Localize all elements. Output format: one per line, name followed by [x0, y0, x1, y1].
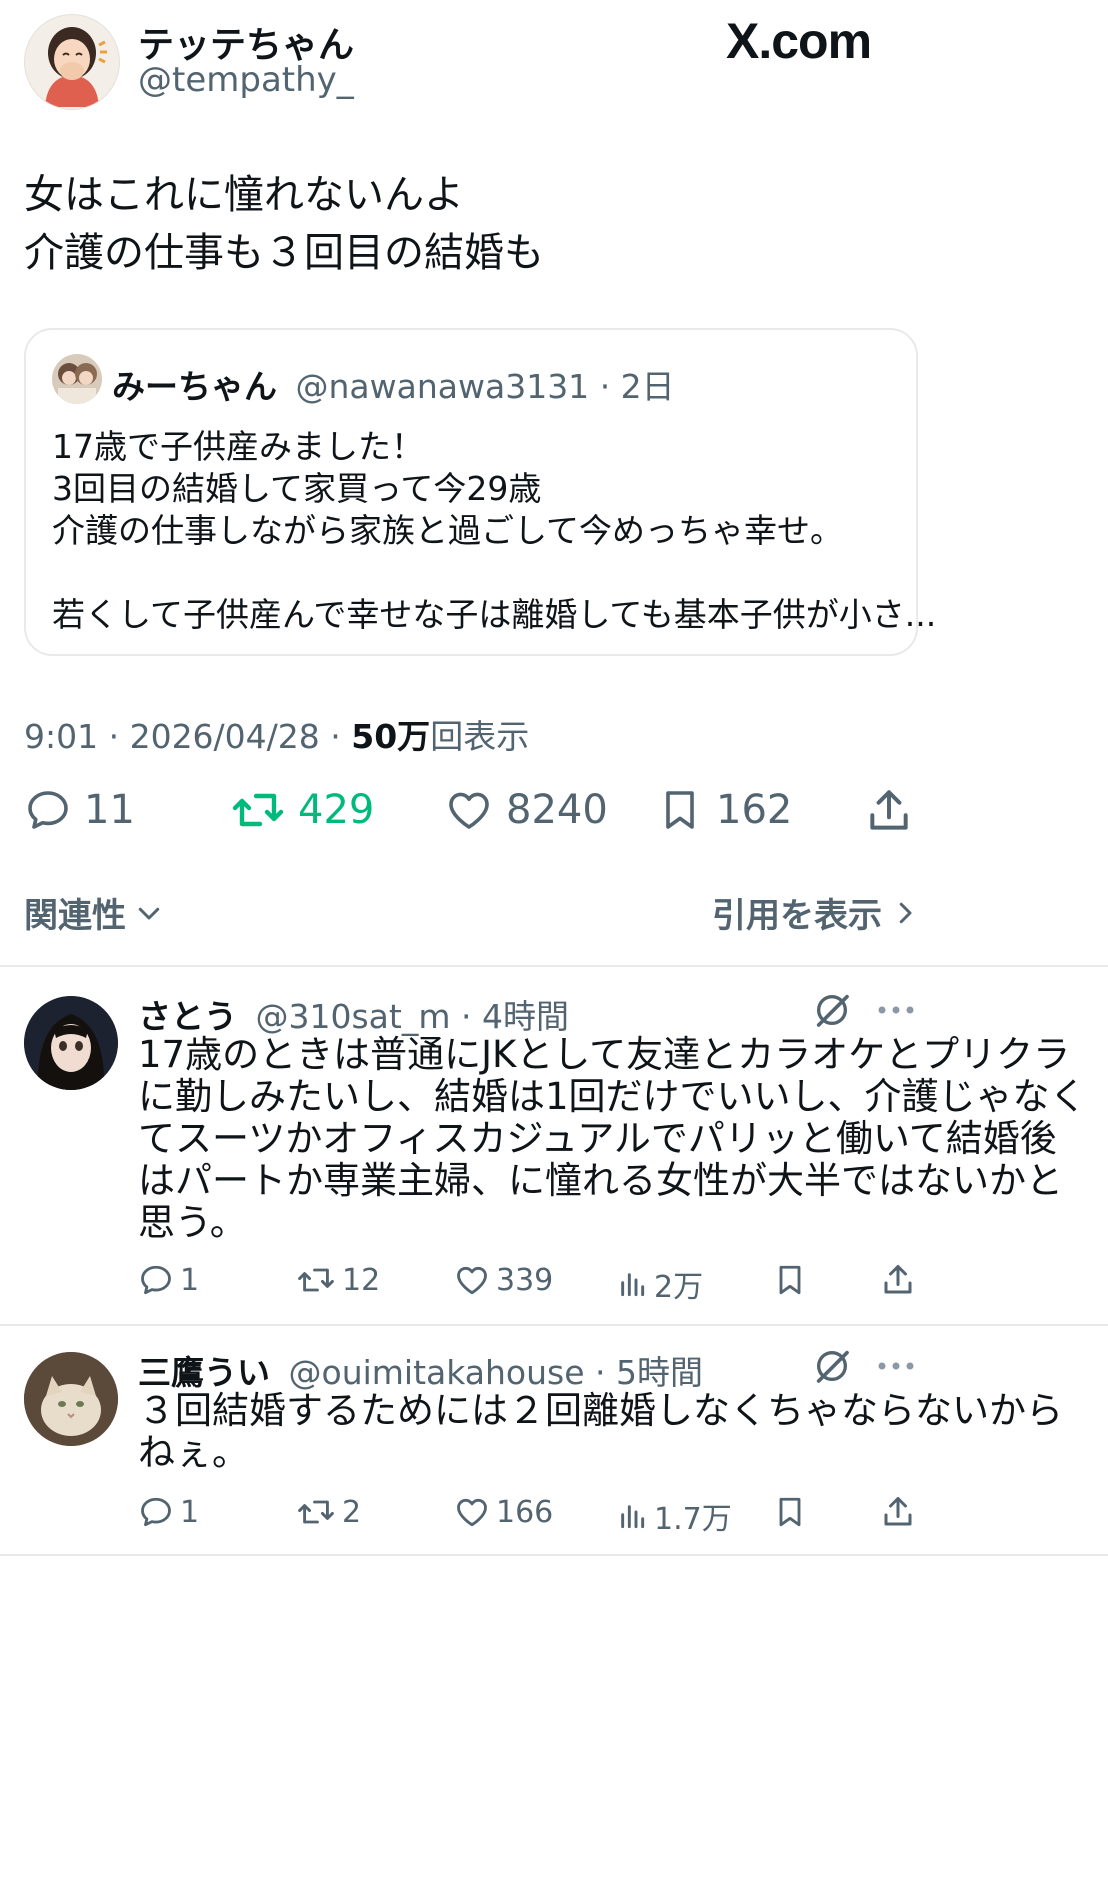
more-options-icon[interactable] [876, 1356, 916, 1376]
reply-count: 1 [180, 1494, 200, 1530]
view-quotes-label: 引用を表示 [712, 896, 882, 936]
reply-avatar[interactable] [24, 996, 118, 1090]
quote-time: · 2日 [599, 367, 675, 406]
analytics-icon [616, 1498, 648, 1534]
reply-reply-button[interactable]: 1 [138, 1494, 199, 1530]
reply-icon [138, 1494, 174, 1530]
quote-text-line: 3回目の結婚して家買って今29歳 [52, 469, 542, 508]
quote-handle: @nawanawa3131 [295, 367, 590, 406]
author-avatar[interactable] [24, 14, 120, 110]
post-text-line: 女はこれに憧れないんよ [24, 172, 464, 218]
share-icon[interactable] [864, 786, 914, 836]
heart-icon [454, 1494, 490, 1530]
bookmark-button[interactable]: 162 [656, 786, 792, 834]
view-quotes-link[interactable]: 引用を表示 [712, 888, 920, 937]
repost-icon [296, 1494, 336, 1530]
divider [0, 965, 1108, 967]
post-timestamp: 9:01 · 2026/04/28 · [24, 717, 352, 756]
reply-repost-button[interactable]: 12 [296, 1262, 380, 1298]
reply-count: 1 [180, 1262, 200, 1298]
repost-icon [230, 786, 286, 834]
reply-reply-button[interactable]: 1 [138, 1262, 199, 1298]
x-logo: X.com [726, 13, 872, 69]
reply-like-button[interactable]: 339 [454, 1262, 553, 1298]
heart-icon [444, 786, 494, 834]
reply-avatar[interactable] [24, 1352, 118, 1446]
reply-button[interactable]: 11 [24, 786, 135, 834]
quote-text-line: 17歳で子供産みました！ [52, 427, 424, 466]
author-handle[interactable]: @tempathy_ [138, 60, 354, 100]
bookmark-icon[interactable] [772, 1262, 808, 1298]
repost-count: 2 [342, 1494, 362, 1530]
grok-icon[interactable] [812, 1346, 852, 1386]
grok-icon[interactable] [812, 990, 852, 1030]
reply-repost-button[interactable]: 2 [296, 1494, 361, 1530]
chevron-right-icon [890, 898, 920, 928]
heart-icon [454, 1262, 490, 1298]
bookmark-icon[interactable] [772, 1494, 808, 1530]
views-label: 回表示 [430, 717, 530, 756]
more-options-icon[interactable] [876, 1000, 916, 1020]
reply-views-button[interactable]: 2万 [616, 1262, 703, 1306]
bookmark-icon [656, 786, 704, 834]
analytics-icon [616, 1266, 648, 1302]
post-text-line: 介護の仕事も３回目の結婚も [24, 230, 544, 276]
reply-views-button[interactable]: 1.7万 [616, 1494, 732, 1538]
quote-text-line: 若くして子供産んで幸せな子は離婚しても基本子供が小さ... [52, 595, 937, 634]
like-count: 166 [496, 1494, 554, 1530]
quote-text-line: 介護の仕事しながら家族と過ごして今めっちゃ幸せ。 [52, 511, 844, 550]
repost-count: 429 [298, 787, 375, 833]
quote-name: みーちゃん [112, 367, 277, 406]
chevron-down-icon [134, 898, 164, 928]
sort-selector[interactable]: 関連性 [24, 888, 164, 937]
reply-text-line: ３回結婚するためには２回離婚しなくちゃならないから [138, 1389, 1063, 1432]
views-count: 2万 [654, 1270, 704, 1305]
bookmark-count: 162 [716, 787, 793, 833]
share-icon[interactable] [880, 1262, 916, 1298]
reply-text-line: 思う。 [138, 1201, 247, 1244]
repost-button[interactable]: 429 [230, 786, 374, 834]
quote-avatar [52, 354, 102, 404]
quote-header: みーちゃん @nawanawa3131 · 2日 [112, 360, 675, 408]
views-count: 50万 [351, 717, 431, 756]
share-icon[interactable] [880, 1494, 916, 1530]
repost-count: 12 [342, 1262, 381, 1298]
reply-count: 11 [84, 787, 135, 833]
views-count: 1.7万 [654, 1502, 732, 1537]
divider [0, 1554, 1108, 1556]
sort-label: 関連性 [24, 896, 126, 936]
reply-text-line: ねぇ。 [138, 1431, 249, 1474]
reply-text-line: はパートか専業主婦、に憧れる女性が大半ではないかと [138, 1159, 1063, 1202]
reply-like-button[interactable]: 166 [454, 1494, 553, 1530]
divider [0, 1324, 1108, 1326]
reply-icon [24, 786, 72, 834]
repost-icon [296, 1262, 336, 1298]
like-count: 339 [496, 1262, 554, 1298]
like-button[interactable]: 8240 [444, 786, 608, 834]
reply-icon [138, 1262, 174, 1298]
post-meta: 9:01 · 2026/04/28 · 50万回表示 [24, 710, 529, 758]
like-count: 8240 [506, 787, 608, 833]
